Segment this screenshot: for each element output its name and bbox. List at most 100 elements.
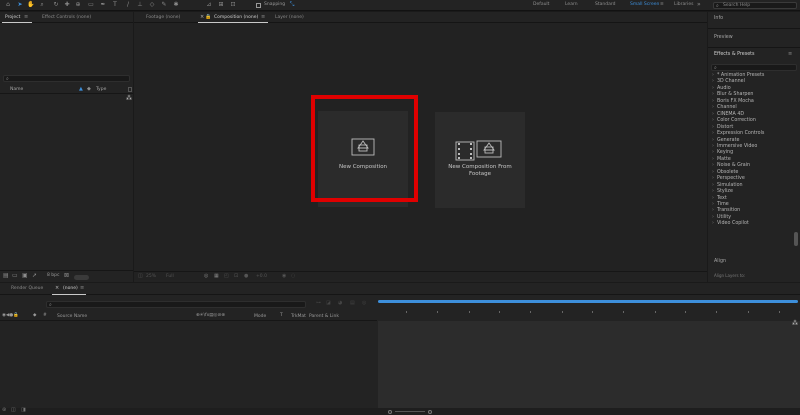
- effects-category-item[interactable]: › Stylize: [712, 189, 733, 194]
- tab-layer[interactable]: Layer (none): [275, 15, 304, 21]
- camera-snapshot-icon[interactable]: ◎: [204, 274, 208, 279]
- effects-category-item[interactable]: › Immersive Video: [712, 144, 757, 149]
- workspace-hamburger-icon[interactable]: ≡: [660, 2, 664, 8]
- new-comp-from-footage-card[interactable]: New Composition From Footage: [435, 112, 525, 208]
- workspace-overflow-icon[interactable]: »: [697, 2, 701, 8]
- effects-category-item[interactable]: › Generate: [712, 138, 739, 143]
- motion-blur-icon[interactable]: ◎: [362, 301, 366, 306]
- type-tool-icon[interactable]: T: [111, 1, 119, 9]
- view-axis-icon[interactable]: ⊡: [229, 1, 237, 9]
- toggle-in-out-icon[interactable]: ◨: [21, 408, 26, 413]
- sort-up-icon[interactable]: ▲: [79, 87, 83, 92]
- workspace-libraries[interactable]: Libraries: [674, 2, 693, 8]
- align-panel-label[interactable]: Align: [714, 259, 726, 265]
- timeline-flowchart-icon[interactable]: ⁂: [792, 321, 798, 327]
- zoom-dropdown[interactable]: 25%: [146, 274, 156, 280]
- region-of-interest-icon[interactable]: ⊡: [234, 274, 238, 279]
- lock-icon[interactable]: 🔒: [205, 15, 211, 20]
- workspace-learn[interactable]: Learn: [565, 2, 578, 8]
- av-features-icons[interactable]: ◉◀●🔒: [2, 313, 19, 319]
- thumbnail-slider[interactable]: [74, 275, 89, 280]
- effects-category-item[interactable]: › Time: [712, 202, 729, 207]
- zoom-tool-icon[interactable]: ⌕: [38, 1, 46, 9]
- effects-category-item[interactable]: › Expression Controls: [712, 131, 764, 136]
- close-icon[interactable]: ×: [200, 15, 204, 20]
- time-navigator-bar[interactable]: [378, 300, 798, 303]
- tab-render-queue[interactable]: Render Queue: [11, 286, 43, 292]
- effects-category-item[interactable]: › CINEMA 4D: [712, 112, 744, 117]
- workspace-standard[interactable]: Standard: [595, 2, 615, 8]
- project-search[interactable]: ⌕: [3, 75, 130, 82]
- help-search[interactable]: ⌕ Search Help: [713, 2, 797, 9]
- new-composition-icon[interactable]: ▣: [22, 273, 28, 279]
- effects-category-item[interactable]: › Distort: [712, 125, 733, 130]
- clone-stamp-tool-icon[interactable]: ⊥: [136, 1, 144, 9]
- transparency-grid-icon[interactable]: ▦: [214, 274, 219, 279]
- workspace-small-screen[interactable]: Small Screen: [630, 2, 659, 8]
- mask-visibility-icon[interactable]: ◰: [224, 274, 229, 279]
- effects-category-item[interactable]: › Keying: [712, 150, 733, 155]
- effects-category-item[interactable]: › Audio: [712, 86, 731, 91]
- layer-number-icon[interactable]: #: [43, 313, 47, 319]
- local-axis-icon[interactable]: ⊿: [205, 1, 213, 9]
- column-name[interactable]: Name: [10, 87, 23, 93]
- timeline-track-area[interactable]: [378, 321, 800, 408]
- effects-category-item[interactable]: › Video Copilot: [712, 221, 749, 226]
- bpc-label[interactable]: 8 bpc: [47, 273, 59, 279]
- tab-effect-controls[interactable]: Effect Controls (none): [42, 15, 91, 21]
- rotate-tool-icon[interactable]: ↻: [52, 1, 60, 9]
- project-menu-icon[interactable]: ≡: [24, 15, 28, 20]
- snapping-checkbox[interactable]: [256, 3, 261, 8]
- effects-category-item[interactable]: › Color Correction: [712, 118, 756, 123]
- brush-tool-icon[interactable]: /: [124, 1, 132, 9]
- comp-flowchart-icon[interactable]: ⊶: [316, 301, 321, 306]
- effects-scrollbar[interactable]: [794, 232, 798, 246]
- preview-panel-label[interactable]: Preview: [714, 35, 733, 41]
- close-icon[interactable]: ×: [55, 286, 59, 291]
- effects-category-item[interactable]: › Channel: [712, 105, 737, 110]
- tab-project[interactable]: Project: [5, 15, 20, 21]
- frame-blending-icon[interactable]: ▤: [350, 301, 355, 306]
- effects-category-item[interactable]: › Matte: [712, 157, 731, 162]
- timeline-search[interactable]: ⌕: [46, 301, 306, 308]
- world-axis-icon[interactable]: ⊞: [217, 1, 225, 9]
- channel-icon[interactable]: ●: [244, 274, 248, 279]
- effects-category-item[interactable]: › 3D Channel: [712, 79, 745, 84]
- rectangle-tool-icon[interactable]: ▭: [87, 1, 95, 9]
- resolution-dropdown[interactable]: Full: [166, 274, 174, 280]
- draft-3d-icon[interactable]: ◪: [326, 301, 331, 306]
- tab-timeline-none[interactable]: (none): [63, 286, 78, 292]
- label-tag-icon[interactable]: ◆: [87, 87, 91, 92]
- column-type[interactable]: Type: [96, 87, 106, 93]
- roto-brush-tool-icon[interactable]: ✎: [160, 1, 168, 9]
- new-folder-icon[interactable]: ▭: [12, 273, 18, 279]
- timeline-zoom-slider[interactable]: [395, 411, 425, 412]
- camera-tool-icon[interactable]: ✚: [63, 1, 71, 9]
- hand-tool-icon[interactable]: ✋: [27, 1, 35, 9]
- workspace-default[interactable]: Default: [533, 2, 549, 8]
- column-parent-link[interactable]: Parent & Link: [309, 314, 339, 320]
- switches-icons[interactable]: ⊕✳\fx▤◎⊘⊛: [196, 313, 225, 319]
- column-mode[interactable]: Mode: [254, 314, 266, 320]
- toggle-modes-icon[interactable]: ◫: [11, 408, 16, 413]
- snapshot-icon[interactable]: ◉: [282, 274, 286, 279]
- track-matte-icon[interactable]: T: [280, 313, 283, 319]
- effects-category-item[interactable]: › Perspective: [712, 176, 745, 181]
- column-source-name[interactable]: Source Name: [57, 314, 87, 320]
- eraser-tool-icon[interactable]: ◇: [148, 1, 156, 9]
- column-trkmat[interactable]: TrkMat: [291, 314, 306, 320]
- effects-menu-icon[interactable]: ≡: [788, 52, 792, 57]
- flowchart-icon[interactable]: ⁂: [126, 96, 132, 102]
- tab-composition[interactable]: Composition (none): [214, 15, 258, 21]
- home-icon[interactable]: ⌂: [4, 1, 12, 9]
- pan-behind-tool-icon[interactable]: ⊕: [74, 1, 82, 9]
- effects-category-item[interactable]: › Obsolete: [712, 170, 738, 175]
- toggle-switches-icon[interactable]: ⊛: [2, 408, 6, 413]
- effects-search[interactable]: ⌕: [711, 64, 797, 71]
- trash-icon[interactable]: ⊠: [64, 273, 69, 279]
- info-panel-label[interactable]: Info: [714, 16, 723, 22]
- timeline-menu-icon[interactable]: ≡: [80, 286, 84, 291]
- zoom-in-icon[interactable]: [428, 410, 432, 414]
- effects-category-item[interactable]: › Transition: [712, 208, 740, 213]
- exposure-value[interactable]: +0.0: [256, 274, 267, 280]
